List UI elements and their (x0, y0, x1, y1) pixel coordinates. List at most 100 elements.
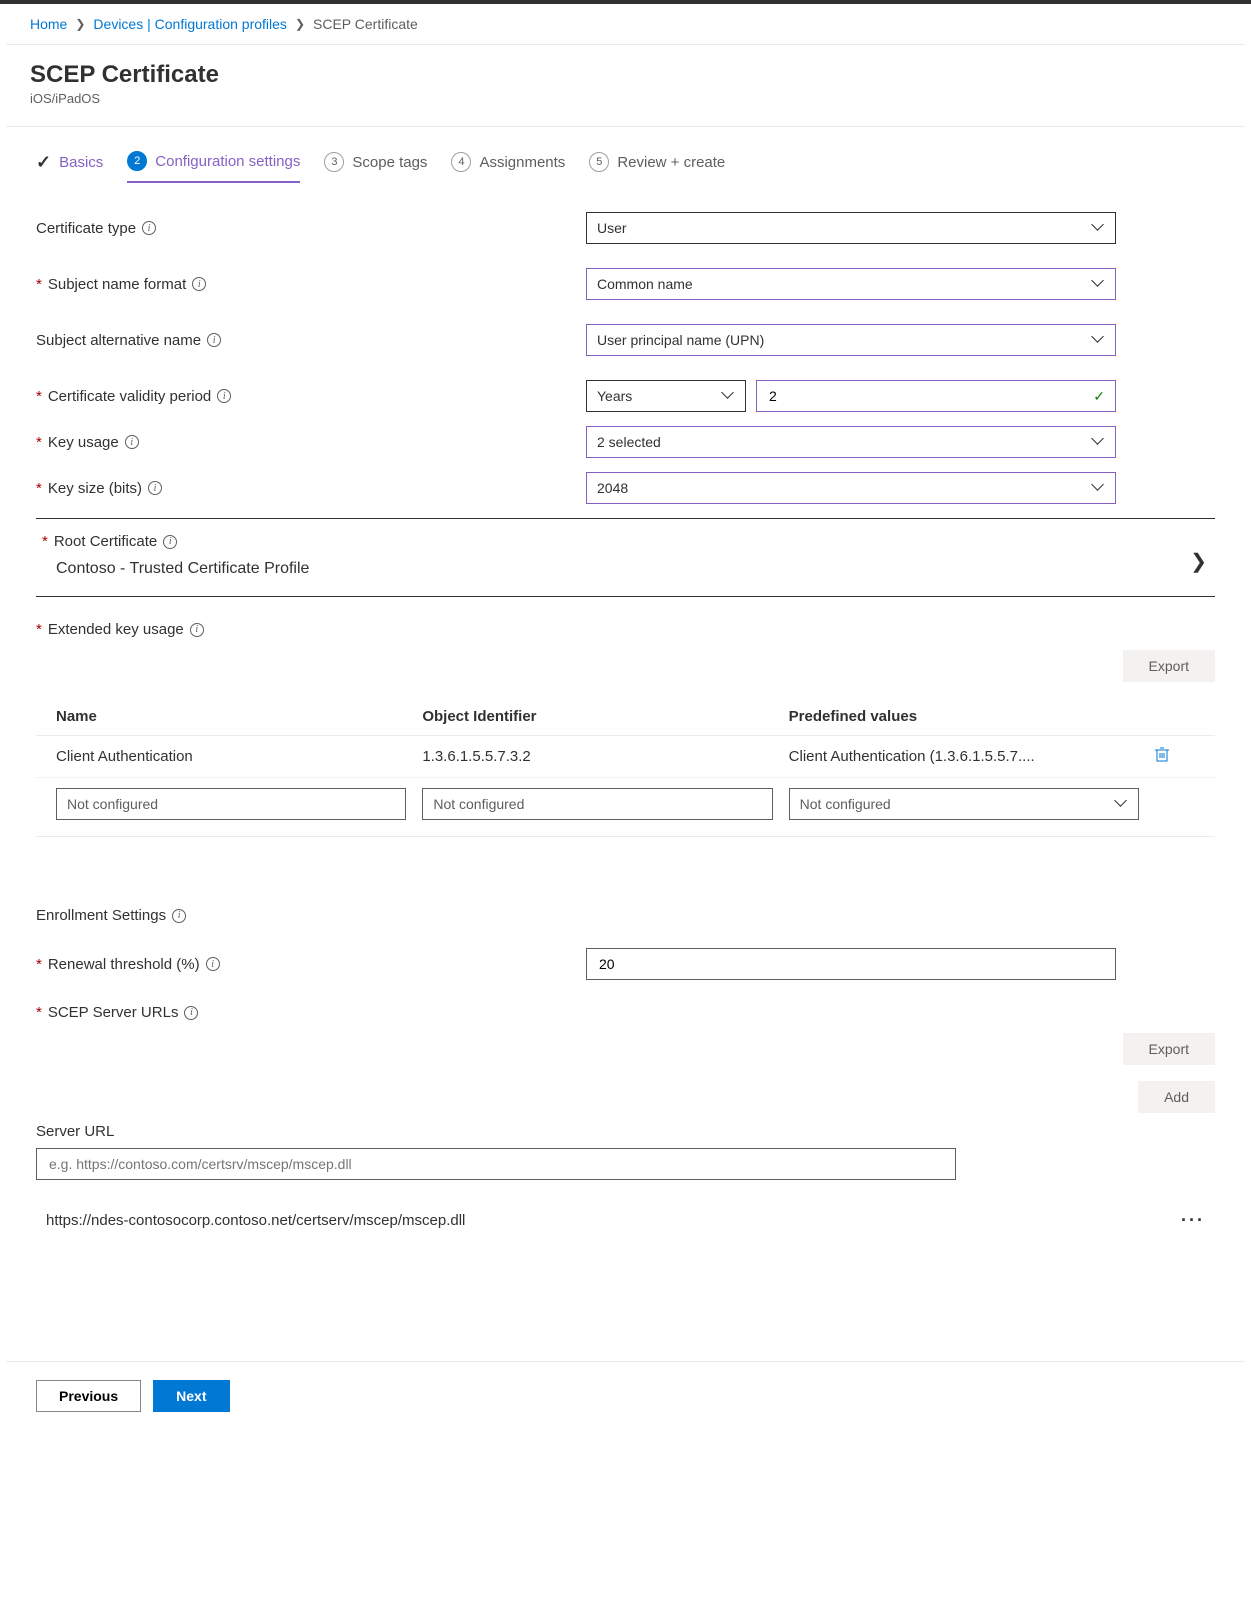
check-icon: ✓ (1093, 388, 1105, 405)
chevron-down-icon (1093, 436, 1105, 448)
san-dropdown[interactable]: User principal name (UPN) (586, 324, 1116, 356)
validity-period-label: Certificate validity period (48, 388, 211, 405)
dropdown-value: 2 selected (597, 434, 661, 450)
dropdown-value: User principal name (UPN) (597, 332, 764, 348)
step-assignments[interactable]: 4 Assignments (451, 152, 565, 182)
scep-server-urls-label: SCEP Server URLs (48, 1004, 179, 1021)
required-indicator: * (36, 956, 42, 973)
step-badge: 4 (451, 152, 471, 172)
chevron-down-icon (1093, 222, 1105, 234)
chevron-down-icon (1116, 798, 1128, 810)
wizard-steps: ✓ Basics 2 Configuration settings 3 Scop… (36, 151, 1215, 184)
server-url-input[interactable] (36, 1148, 956, 1180)
dropdown-value: Years (597, 388, 632, 404)
export-urls-button[interactable]: Export (1123, 1033, 1215, 1065)
eku-new-row: Not configured Not configured Not config… (36, 778, 1215, 837)
root-certificate-section[interactable]: * Root Certificate i Contoso - Trusted C… (36, 518, 1215, 597)
eku-col-oid: Object Identifier (422, 708, 772, 725)
step-label: Basics (59, 154, 103, 171)
required-indicator: * (36, 434, 42, 451)
eku-predefined-dropdown[interactable]: Not configured (789, 788, 1139, 820)
previous-button[interactable]: Previous (36, 1380, 141, 1412)
info-icon[interactable]: i (142, 221, 156, 235)
eku-name: Client Authentication (56, 748, 406, 765)
info-icon[interactable]: i (172, 909, 186, 923)
required-indicator: * (36, 1004, 42, 1021)
eku-oid: 1.3.6.1.5.5.7.3.2 (422, 748, 772, 765)
renewal-threshold-input[interactable] (597, 955, 1105, 973)
page-subtitle: iOS/iPadOS (30, 91, 219, 106)
eku-label: Extended key usage (48, 621, 184, 638)
server-url-label: Server URL (36, 1123, 1215, 1140)
step-label: Review + create (617, 154, 725, 171)
dropdown-value: 2048 (597, 480, 628, 496)
info-icon[interactable]: i (206, 957, 220, 971)
validity-value-field[interactable] (767, 387, 1093, 405)
add-url-button[interactable]: Add (1138, 1081, 1215, 1113)
step-configuration-settings[interactable]: 2 Configuration settings (127, 151, 300, 183)
breadcrumb-devices[interactable]: Devices | Configuration profiles (93, 16, 287, 32)
enrollment-settings-heading: Enrollment Settings (36, 907, 166, 924)
page-title: SCEP Certificate (30, 61, 219, 89)
san-label: Subject alternative name (36, 332, 201, 349)
required-indicator: * (36, 621, 42, 638)
more-button[interactable]: ··· (1181, 1210, 1205, 1231)
chevron-right-icon[interactable]: ❯ (1190, 549, 1207, 574)
root-certificate-label: Root Certificate (54, 533, 157, 550)
chevron-down-icon (723, 390, 735, 402)
eku-col-predefined: Predefined values (789, 708, 1139, 725)
key-usage-label: Key usage (48, 434, 119, 451)
breadcrumb-home[interactable]: Home (30, 16, 67, 32)
breadcrumb: Home ❯ Devices | Configuration profiles … (0, 4, 1251, 44)
info-icon[interactable]: i (148, 481, 162, 495)
trash-icon (1155, 746, 1169, 762)
eku-col-name: Name (56, 708, 406, 725)
step-basics[interactable]: ✓ Basics (36, 152, 103, 183)
step-scope-tags[interactable]: 3 Scope tags (324, 152, 427, 182)
step-label: Configuration settings (155, 153, 300, 170)
eku-row: Client Authentication 1.3.6.1.5.5.7.3.2 … (36, 736, 1215, 778)
chevron-right-icon: ❯ (75, 17, 85, 31)
step-badge: 3 (324, 152, 344, 172)
eku-oid-input[interactable]: Not configured (422, 788, 772, 820)
required-indicator: * (36, 388, 42, 405)
info-icon[interactable]: i (184, 1006, 198, 1020)
dropdown-value: Common name (597, 276, 693, 292)
step-badge: 5 (589, 152, 609, 172)
eku-name-input[interactable]: Not configured (56, 788, 406, 820)
chevron-down-icon (1093, 334, 1105, 346)
step-label: Assignments (479, 154, 565, 171)
subject-name-format-label: Subject name format (48, 276, 186, 293)
checkmark-icon: ✓ (36, 152, 51, 173)
info-icon[interactable]: i (192, 277, 206, 291)
next-button[interactable]: Next (153, 1380, 229, 1412)
subject-name-format-dropdown[interactable]: Common name (586, 268, 1116, 300)
info-icon[interactable]: i (125, 435, 139, 449)
required-indicator: * (36, 276, 42, 293)
info-icon[interactable]: i (190, 623, 204, 637)
delete-button[interactable] (1155, 746, 1195, 767)
close-button[interactable] (1246, 61, 1251, 88)
chevron-down-icon (1093, 278, 1105, 290)
step-review-create[interactable]: 5 Review + create (589, 152, 725, 182)
server-url-field[interactable] (47, 1155, 945, 1173)
key-usage-dropdown[interactable]: 2 selected (586, 426, 1116, 458)
key-size-dropdown[interactable]: 2048 (586, 472, 1116, 504)
certificate-type-label: Certificate type (36, 220, 136, 237)
root-certificate-value: Contoso - Trusted Certificate Profile (36, 560, 1215, 578)
validity-unit-dropdown[interactable]: Years (586, 380, 746, 412)
dropdown-value: User (597, 220, 627, 236)
breadcrumb-current: SCEP Certificate (313, 16, 418, 32)
info-icon[interactable]: i (207, 333, 221, 347)
info-icon[interactable]: i (163, 535, 177, 549)
required-indicator: * (36, 480, 42, 497)
server-url-item: https://ndes-contosocorp.contoso.net/cer… (36, 1180, 1215, 1241)
eku-predefined: Client Authentication (1.3.6.1.5.5.7.... (789, 748, 1139, 765)
certificate-type-dropdown[interactable]: User (586, 212, 1116, 244)
renewal-threshold-label: Renewal threshold (%) (48, 956, 200, 973)
dropdown-value: Not configured (800, 796, 891, 812)
export-button[interactable]: Export (1123, 650, 1215, 682)
info-icon[interactable]: i (217, 389, 231, 403)
validity-value-input[interactable]: ✓ (756, 380, 1116, 412)
server-url-value: https://ndes-contosocorp.contoso.net/cer… (46, 1212, 465, 1229)
